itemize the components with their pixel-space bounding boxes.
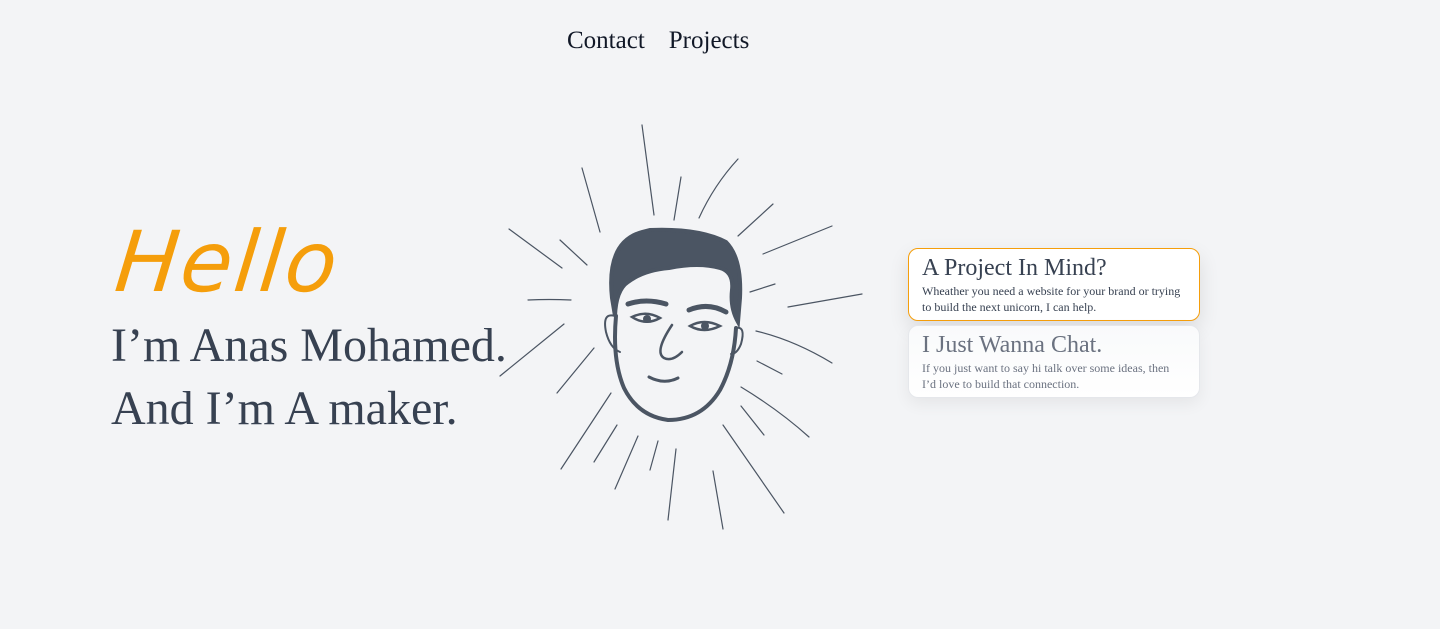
- just-chat-card[interactable]: I Just Wanna Chat. If you just want to s…: [908, 325, 1200, 398]
- card-title: A Project In Mind?: [922, 255, 1107, 281]
- right-eyebrow: [686, 304, 729, 315]
- page: Contact Projects Hello I’m Anas Mohamed.…: [0, 0, 1440, 629]
- card-description: If you just want to say hi talk over som…: [922, 361, 1170, 391]
- face-illustration: [499, 124, 863, 530]
- top-nav: Contact Projects: [567, 24, 749, 58]
- nose: [659, 323, 684, 361]
- nav-link-contact[interactable]: Contact: [567, 24, 645, 58]
- face-outline: [613, 314, 738, 423]
- intro-line-maker: And I’m A maker.: [111, 382, 458, 435]
- intro-line-name: I’m Anas Mohamed.: [111, 319, 507, 372]
- mouth: [647, 375, 680, 383]
- card-title: I Just Wanna Chat.: [922, 332, 1103, 358]
- left-eyebrow: [625, 298, 669, 307]
- hero-intro: I’m Anas Mohamed. And I’m A maker.: [111, 314, 507, 440]
- hello-greeting: Hello: [110, 213, 345, 311]
- card-description: Wheather you need a website for your bra…: [922, 284, 1181, 314]
- face-drawing: [604, 227, 744, 423]
- left-ear: [604, 314, 621, 353]
- sunburst-rays: [499, 124, 863, 530]
- project-in-mind-card[interactable]: A Project In Mind? Wheather you need a w…: [908, 248, 1200, 321]
- nav-link-projects[interactable]: Projects: [669, 24, 750, 58]
